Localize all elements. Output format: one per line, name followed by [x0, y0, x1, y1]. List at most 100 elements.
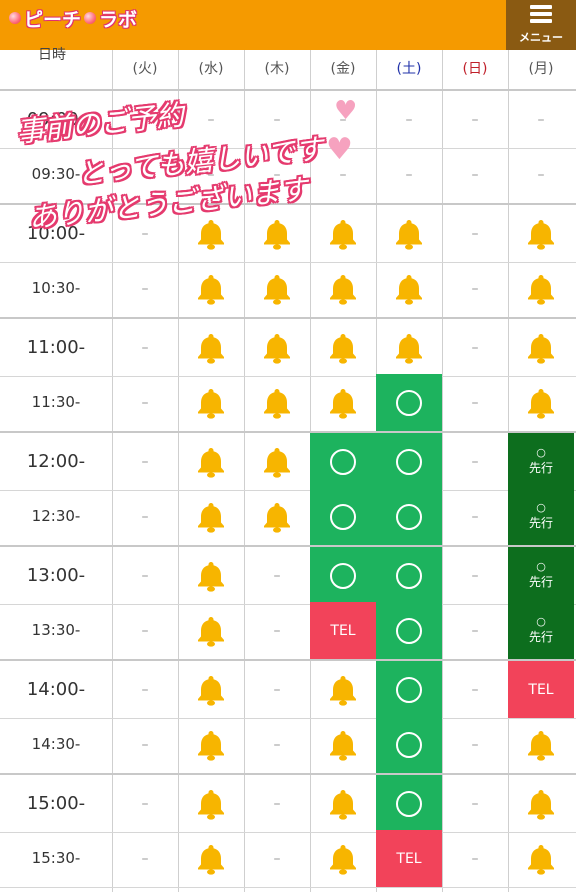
available-slot[interactable] [376, 661, 442, 718]
bell-icon[interactable] [178, 661, 244, 718]
bell-icon[interactable] [508, 716, 574, 773]
bell-icon[interactable] [178, 488, 244, 545]
unavailable-slot: – [141, 453, 149, 470]
bell-icon[interactable] [376, 205, 442, 262]
unavailable-slot: – [141, 111, 149, 128]
bell-icon[interactable] [178, 433, 244, 490]
available-slot[interactable] [376, 775, 442, 832]
unavailable-slot: – [471, 850, 479, 867]
tel-slot[interactable]: TEL [508, 661, 574, 718]
bell-icon[interactable] [310, 661, 376, 718]
unavailable-slot: – [471, 394, 479, 411]
table-row: 11:00- – – [0, 317, 576, 377]
time-label: 15:30- [31, 849, 81, 867]
available-slot[interactable] [376, 374, 442, 431]
unavailable-slot: – [471, 736, 479, 753]
unavailable-slot: – [537, 166, 545, 183]
available-slot[interactable] [310, 488, 376, 545]
priority-slot[interactable]: ○ 先行 [508, 602, 574, 659]
unavailable-slot: – [141, 850, 149, 867]
tel-slot[interactable]: TEL [376, 830, 442, 887]
bell-icon[interactable] [376, 260, 442, 317]
bell-icon[interactable] [508, 260, 574, 317]
table-row: 14:00- – – – TEL [0, 659, 576, 719]
unavailable-slot: – [273, 166, 281, 183]
bell-icon[interactable] [244, 488, 310, 545]
bell-icon[interactable] [244, 433, 310, 490]
bell-icon[interactable] [178, 830, 244, 887]
unavailable-slot: – [471, 339, 479, 356]
bell-icon[interactable] [310, 830, 376, 887]
unavailable-slot: – [273, 567, 281, 584]
available-slot[interactable] [376, 716, 442, 773]
unavailable-slot: – [471, 225, 479, 242]
bell-icon[interactable] [178, 775, 244, 832]
top-bar: ピーチ ラボ メニュー [0, 0, 576, 50]
time-label: 15:00- [26, 793, 86, 814]
bell-icon[interactable] [508, 374, 574, 431]
logo-text-left: ピーチ [24, 8, 82, 31]
priority-slot[interactable]: ○ 先行 [508, 488, 574, 545]
time-label: 09:00- [26, 109, 86, 130]
available-slot[interactable] [376, 547, 442, 604]
bell-icon[interactable] [178, 602, 244, 659]
time-label: 13:00- [26, 565, 86, 586]
circle-icon [396, 448, 422, 475]
bell-icon[interactable] [244, 319, 310, 376]
unavailable-slot: – [141, 681, 149, 698]
bell-icon[interactable] [310, 775, 376, 832]
bell-icon[interactable] [178, 374, 244, 431]
menu-button[interactable]: メニュー [506, 0, 576, 50]
day-header: (月) [528, 61, 554, 77]
bell-icon[interactable] [508, 319, 574, 376]
unavailable-slot: – [141, 795, 149, 812]
priority-slot[interactable]: ○ 先行 [508, 433, 574, 490]
unavailable-slot: – [471, 622, 479, 639]
peach-icon [9, 12, 21, 24]
priority-label: 先行 [528, 461, 553, 475]
time-label: 11:00- [26, 337, 86, 358]
bell-icon[interactable] [508, 205, 574, 262]
bell-icon[interactable] [178, 319, 244, 376]
circle-icon: ○ [536, 446, 546, 459]
available-slot[interactable] [376, 488, 442, 545]
table-row: 14:30- – – – [0, 716, 576, 774]
unavailable-slot: – [273, 111, 281, 128]
bell-icon[interactable] [310, 319, 376, 376]
bell-icon[interactable] [178, 716, 244, 773]
time-label: 12:00- [26, 451, 86, 472]
time-label: 10:00- [26, 223, 86, 244]
time-label: 10:30- [31, 279, 81, 297]
table-row: 11:30- – – [0, 374, 576, 432]
circle-icon [396, 503, 422, 530]
bell-icon[interactable] [310, 716, 376, 773]
unavailable-slot: – [471, 795, 479, 812]
bell-icon[interactable] [310, 260, 376, 317]
circle-icon [396, 676, 422, 703]
bell-icon[interactable] [508, 830, 574, 887]
hamburger-icon [530, 5, 552, 26]
available-slot[interactable] [376, 433, 442, 490]
table-row: 12:00- – – ○ 先行 [0, 431, 576, 491]
bell-icon[interactable] [178, 205, 244, 262]
priority-slot[interactable]: ○ 先行 [508, 547, 574, 604]
available-slot[interactable] [310, 547, 376, 604]
unavailable-slot: – [471, 567, 479, 584]
site-logo[interactable]: ピーチ ラボ [6, 6, 137, 31]
bell-icon[interactable] [244, 374, 310, 431]
time-label: 11:30- [31, 393, 81, 411]
bell-icon[interactable] [508, 775, 574, 832]
time-label: 14:00- [26, 679, 86, 700]
tel-slot[interactable]: TEL [310, 602, 376, 659]
bell-icon[interactable] [244, 260, 310, 317]
bell-icon[interactable] [310, 205, 376, 262]
bell-icon[interactable] [376, 319, 442, 376]
priority-label: 先行 [528, 630, 553, 644]
bell-icon[interactable] [178, 547, 244, 604]
available-slot[interactable] [310, 433, 376, 490]
available-slot[interactable] [376, 602, 442, 659]
bell-icon[interactable] [310, 374, 376, 431]
bell-icon[interactable] [244, 205, 310, 262]
bell-icon[interactable] [178, 260, 244, 317]
day-header: (土) [396, 61, 422, 77]
